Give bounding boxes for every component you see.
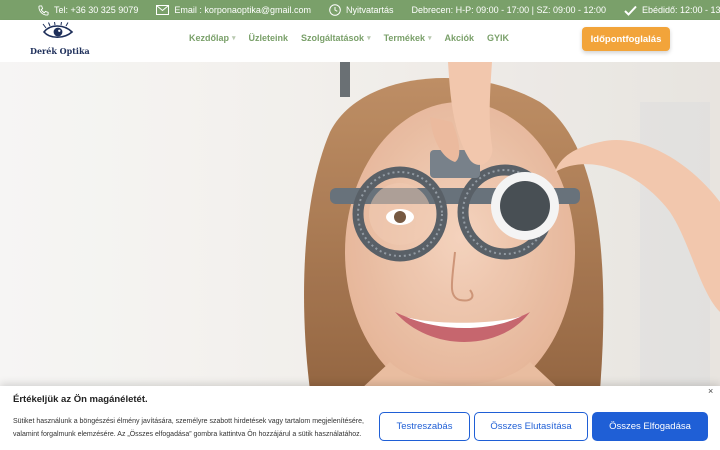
email-item[interactable]: Email : korponaoptika@gmail.com	[156, 5, 311, 15]
hours-item: Nyitvatartás	[329, 4, 394, 16]
reject-all-button[interactable]: Összes Elutasítása	[474, 412, 588, 441]
hero-image	[0, 62, 720, 390]
nav-item-kezdolap[interactable]: Kezdőlap ▾	[189, 33, 236, 43]
top-info-bar: Tel: +36 30 325 9079 Email : korponaopti…	[0, 0, 720, 20]
brand-logo[interactable]: Derék Optika	[30, 22, 90, 60]
booking-button[interactable]: Időpontfoglalás	[582, 27, 670, 51]
nav-item-termekek[interactable]: Termékek ▾	[384, 33, 432, 43]
hours-label: Nyitvatartás	[346, 5, 394, 15]
cookie-text: Sütiket használunk a böngészési élmény j…	[13, 418, 364, 438]
chevron-down-icon: ▾	[232, 35, 236, 42]
clock-icon	[329, 4, 341, 16]
phone-text: Tel: +36 30 325 9079	[54, 5, 139, 15]
email-text: Email : korponaoptika@gmail.com	[174, 5, 312, 15]
lunch-item: Ebédidő: 12:00 - 13:00	[624, 5, 720, 16]
phone-item[interactable]: Tel: +36 30 325 9079	[38, 4, 139, 16]
cookie-banner: Értékeljük az Ön magánéletét. × Sütiket …	[0, 386, 720, 450]
mail-icon	[156, 5, 170, 15]
nav-item-akciok[interactable]: Akciók	[444, 33, 474, 43]
nav-item-label: GYIK	[487, 33, 510, 43]
phone-icon	[38, 4, 49, 16]
hours-value: Debrecen: H-P: 09:00 - 17:00 | SZ: 09:00…	[411, 5, 606, 15]
nav-item-label: Szolgáltatások	[301, 33, 365, 43]
nav-item-label: Üzleteink	[248, 33, 289, 43]
eye-logo-icon	[42, 22, 74, 39]
check-icon	[624, 5, 637, 16]
lunch-text: Ebédidő: 12:00 - 13:00	[642, 5, 720, 15]
cookie-title: Értékeljük az Ön magánéletét.	[13, 394, 148, 405]
chevron-down-icon: ▾	[427, 35, 432, 42]
chevron-down-icon: ▾	[367, 35, 371, 42]
close-icon[interactable]: ×	[708, 386, 713, 396]
nav-item-label: Akciók	[444, 33, 474, 43]
nav-item-gyik[interactable]: GYIK	[487, 33, 509, 43]
nav-item-label: Termékek	[383, 33, 425, 43]
customize-button[interactable]: Testreszabás	[379, 412, 470, 441]
nav-item-uzleteink[interactable]: Üzleteink	[249, 33, 289, 43]
hero-photo	[0, 62, 720, 390]
nav-item-label: Kezdőlap	[189, 33, 230, 43]
brand-name: Derék Optika	[30, 46, 90, 56]
site-header: Derék Optika Kezdőlap ▾ Üzleteink Szolgá…	[0, 20, 720, 62]
nav-item-szolgaltatasok[interactable]: Szolgáltatások ▾	[301, 33, 371, 43]
main-nav: Kezdőlap ▾ Üzleteink Szolgáltatások ▾ Te…	[189, 33, 522, 43]
accept-all-button[interactable]: Összes Elfogadása	[592, 412, 708, 441]
